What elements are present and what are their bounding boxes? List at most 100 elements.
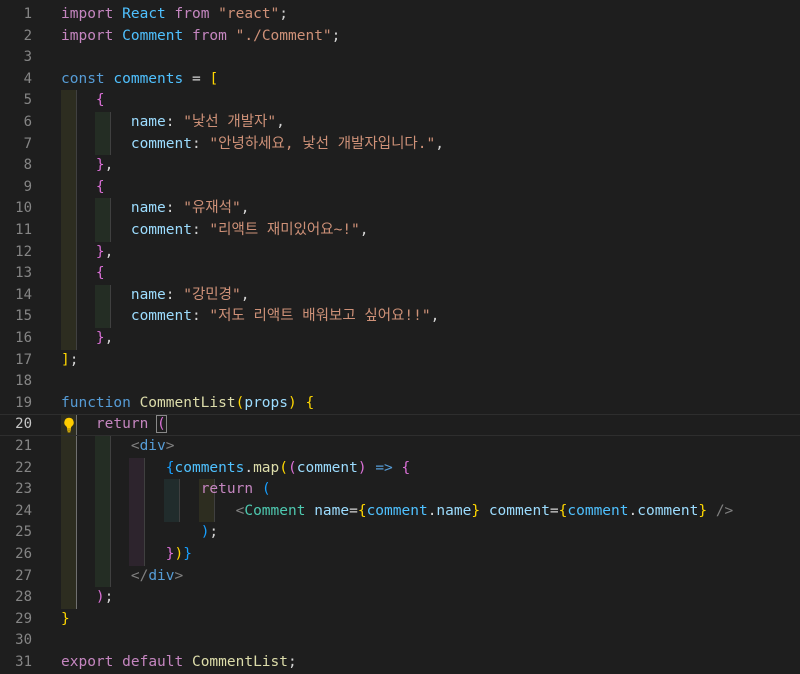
- code-text: export default CommentList;: [61, 652, 297, 674]
- code-token: "react": [218, 6, 280, 22]
- code-token: Comment: [122, 27, 184, 44]
- code-line[interactable]: 10 name: "유재석",: [0, 198, 800, 220]
- code-line[interactable]: 30: [0, 630, 800, 652]
- code-token: ,: [104, 330, 114, 346]
- code-line[interactable]: 25 );: [0, 522, 800, 544]
- code-token: name: [130, 200, 166, 217]
- code-line[interactable]: 13 {: [0, 263, 800, 285]
- code-line[interactable]: 19 function CommentList(props) {: [0, 393, 800, 415]
- code-line[interactable]: 17];: [0, 350, 800, 372]
- line-number: 28: [15, 589, 32, 606]
- code-text: </div>: [61, 566, 183, 588]
- code-text: {: [61, 263, 105, 285]
- line-number: 22: [15, 459, 32, 476]
- code-token: (: [279, 459, 289, 476]
- code-text: name: "유재석",: [61, 198, 250, 220]
- code-token: comment: [488, 502, 550, 519]
- code-line[interactable]: 12 },: [0, 241, 800, 264]
- code-token: (: [261, 481, 271, 498]
- line-number: 6: [23, 114, 32, 130]
- code-token: {: [95, 178, 105, 195]
- code-token: =: [349, 502, 358, 519]
- code-line[interactable]: 7 comment: "안녕하세요, 낯선 개발자입니다.",: [0, 133, 800, 156]
- code-line[interactable]: 22 {comments.map((comment) => {: [0, 457, 800, 480]
- line-number: 16: [15, 330, 32, 346]
- code-line[interactable]: 4 const comments = [: [0, 69, 800, 91]
- code-line[interactable]: 18: [0, 371, 800, 393]
- line-number: 24: [15, 502, 32, 519]
- code-line[interactable]: 9 {: [0, 176, 800, 199]
- code-token: :: [165, 286, 184, 303]
- code-token: ,: [104, 157, 114, 174]
- code-line[interactable]: 31 export default CommentList;: [0, 652, 800, 674]
- code-editor[interactable]: 1 import React from "react"; 2 import Comme…: [0, 0, 800, 674]
- code-line[interactable]: 27 </div>: [0, 565, 800, 588]
- code-token: "낯선 개발자": [183, 114, 277, 130]
- code-text: {comments.map((comment) => {: [61, 458, 411, 480]
- code-line[interactable]: 3: [0, 47, 800, 69]
- code-token: comment: [567, 502, 629, 519]
- code-text: import Comment from "./Comment";: [61, 26, 340, 48]
- code-line[interactable]: 5 {: [0, 90, 800, 112]
- code-line[interactable]: 11 comment: "리액트 재미있어요~!",: [0, 220, 800, 242]
- code-line[interactable]: 6 name: "낯선 개발자",: [0, 112, 800, 134]
- code-line[interactable]: 21 <div>: [0, 436, 800, 458]
- line-number: 18: [15, 373, 32, 390]
- code-token: ,: [240, 200, 250, 217]
- code-token: :: [165, 114, 184, 130]
- code-token: ,: [435, 135, 444, 152]
- code-line[interactable]: 20 return (: [0, 414, 800, 436]
- line-number: 7: [23, 135, 32, 152]
- code-line[interactable]: 15 comment: "저도 리액트 배워보고 싶어요!!",: [0, 306, 800, 328]
- code-token: const: [61, 70, 105, 87]
- code-token: comment: [366, 502, 428, 519]
- code-token: default: [122, 654, 184, 670]
- code-token: return: [200, 481, 254, 498]
- code-token: comments: [113, 70, 184, 87]
- code-line[interactable]: 14 name: "강민경",: [0, 284, 800, 307]
- code-text: function CommentList(props) {: [61, 393, 314, 415]
- lightbulb-icon[interactable]: [63, 417, 75, 433]
- code-token: ;: [279, 6, 289, 22]
- code-token: function: [61, 394, 131, 411]
- code-line[interactable]: 28 );: [0, 587, 800, 609]
- code-line[interactable]: 2 import Comment from "./Comment";: [0, 26, 800, 48]
- code-line[interactable]: 8 },: [0, 155, 800, 177]
- line-number: 8: [23, 157, 32, 174]
- code-line[interactable]: 23 return (: [0, 479, 800, 501]
- code-token: export: [61, 654, 114, 670]
- code-token: }: [95, 330, 105, 346]
- code-line[interactable]: 29}: [0, 609, 800, 631]
- code-token: [: [209, 70, 219, 87]
- code-token: :: [191, 308, 210, 325]
- code-token: }: [165, 546, 175, 562]
- code-line[interactable]: 24 <Comment name={comment.name} comment=…: [0, 500, 800, 523]
- code-token: comments: [174, 459, 245, 476]
- code-text: comment: "안녕하세요, 낯선 개발자입니다.",: [61, 134, 444, 156]
- code-text: import React from "react";: [61, 4, 288, 26]
- code-token: }: [95, 157, 105, 174]
- code-token: ;: [209, 524, 219, 541]
- code-text: );: [61, 522, 218, 544]
- code-line[interactable]: 26 })}: [0, 544, 800, 566]
- code-token: .: [628, 502, 638, 519]
- code-token: return: [95, 416, 149, 433]
- line-number: 11: [15, 222, 32, 238]
- code-token: comment: [637, 502, 699, 519]
- code-line[interactable]: 16 },: [0, 328, 800, 350]
- code-text: comment: "리액트 재미있어요~!",: [61, 220, 369, 242]
- code-token: comment: [130, 222, 192, 238]
- code-token: =: [549, 502, 559, 519]
- code-token: comment: [130, 135, 192, 152]
- code-token: Comment: [244, 502, 306, 519]
- code-line[interactable]: 1 import React from "react";: [0, 4, 800, 26]
